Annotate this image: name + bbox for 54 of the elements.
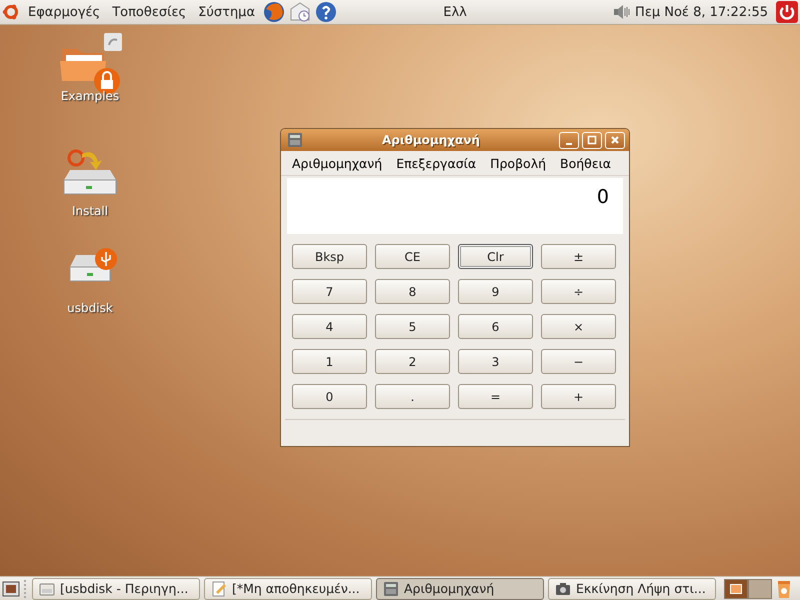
menu-item[interactable]: Προβολή [490,156,546,171]
speaker-icon[interactable] [613,4,632,20]
calculator-key[interactable]: Clr [458,244,533,269]
calculator-key[interactable]: 9 [458,279,533,304]
calculator-key[interactable]: 0 [292,384,367,409]
calculator-key[interactable]: 7 [292,279,367,304]
help-icon[interactable] [315,1,338,23]
window-title: Αριθμομηχανή [381,133,481,147]
panel-menu[interactable]: Εφαρμογές [24,4,104,20]
mail-clock-icon[interactable] [289,1,312,23]
calculator-key[interactable]: 2 [375,349,450,374]
clock[interactable]: Πεμ Νοέ 8, 17:22:55 [635,4,768,20]
calculator-icon [287,132,303,148]
calculator-key[interactable]: CE [375,244,450,269]
calculator-key[interactable]: ÷ [541,279,616,304]
maximize-button[interactable] [582,132,602,148]
calculator-key[interactable]: 3 [458,349,533,374]
workspace-switcher-cell[interactable] [724,578,748,598]
taskbar-button[interactable]: Εκκίνηση Λήψη στι... [548,578,716,600]
calculator-icon[interactable] [383,580,399,596]
display-value: 0 [596,186,609,208]
calculator-key[interactable]: 5 [375,314,450,339]
power-icon[interactable] [776,1,798,23]
keyboard-layout-indicator[interactable]: Ελλ [443,4,467,20]
calculator-key[interactable]: + [541,384,616,409]
panel-menu[interactable]: Τοποθεσίες [108,4,190,20]
camera-icon[interactable] [555,580,571,596]
calculator-key[interactable]: ± [541,244,616,269]
calculator-key[interactable]: 4 [292,314,367,339]
calculator-key[interactable]: . [375,384,450,409]
menu-item[interactable]: Επεξεργασία [396,156,476,171]
ubuntu-logo-icon [2,3,20,21]
maximize-icon[interactable] [585,133,599,147]
show-desktop-icon[interactable] [2,580,20,598]
taskbar-button[interactable]: [*Μη αποθηκευμέν... [204,578,372,600]
panel-menu[interactable]: Σύστημα [194,4,260,20]
taskbar-button[interactable]: Αριθμομηχανή [376,578,544,600]
close-button[interactable] [605,132,625,148]
calculator-key[interactable]: − [541,349,616,374]
notepad-icon[interactable] [211,580,227,596]
calculator-key[interactable]: = [458,384,533,409]
calculator-key[interactable]: Bksp [292,244,367,269]
globe-icon[interactable] [263,1,286,23]
trash-icon[interactable] [776,578,792,598]
calculator-key[interactable]: 8 [375,279,450,304]
menu-item[interactable]: Αριθμομηχανή [292,156,382,171]
workspace-switcher-cell[interactable] [748,578,772,598]
calculator-key[interactable]: 1 [292,349,367,374]
minimize-button[interactable] [559,132,579,148]
menu-item[interactable]: Βοήθεια [560,156,612,171]
calculator-key[interactable]: × [541,314,616,339]
calculator-key[interactable]: 6 [458,314,533,339]
taskbar-button[interactable]: [usbdisk - Περιηγη... [32,578,200,600]
folder-icon[interactable] [39,580,55,596]
